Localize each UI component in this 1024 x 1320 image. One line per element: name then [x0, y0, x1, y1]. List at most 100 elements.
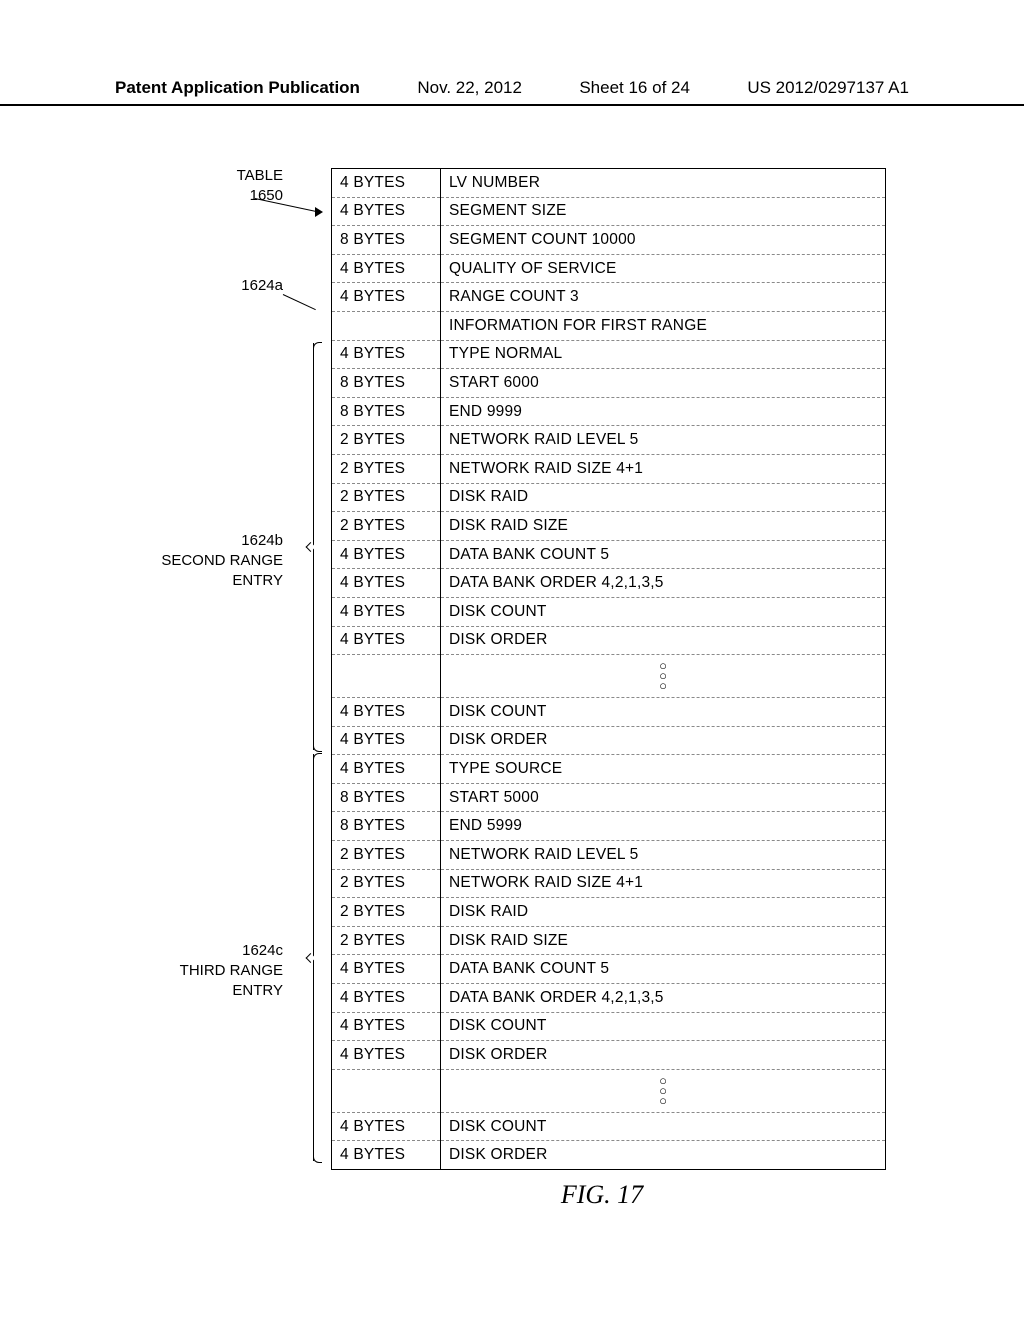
desc-cell: DATA BANK COUNT 5: [441, 955, 886, 984]
size-cell: 8 BYTES: [332, 226, 441, 255]
desc-cell: DISK COUNT: [441, 698, 886, 727]
table-row: 4 BYTESDISK COUNT: [332, 1112, 886, 1141]
desc-cell: TYPE SOURCE: [441, 755, 886, 784]
table-row: 4 BYTESSEGMENT SIZE: [332, 197, 886, 226]
figure-caption: FIG. 17: [295, 1180, 909, 1210]
desc-cell: DISK COUNT: [441, 597, 886, 626]
table-row: 4 BYTESLV NUMBER: [332, 169, 886, 198]
table-row: 2 BYTESNETWORK RAID LEVEL 5: [332, 426, 886, 455]
size-cell: 4 BYTES: [332, 1012, 441, 1041]
header-publication: Patent Application Publication: [115, 78, 360, 98]
table-row: 4 BYTESDATA BANK ORDER 4,2,1,3,5: [332, 984, 886, 1013]
table-row: 2 BYTESDISK RAID: [332, 898, 886, 927]
table-row: 4 BYTESDISK ORDER: [332, 1041, 886, 1070]
desc-cell: DISK RAID: [441, 483, 886, 512]
desc-cell: TYPE NORMAL: [441, 340, 886, 369]
desc-cell: START 5000: [441, 783, 886, 812]
label-1624c: 1624c: [242, 942, 283, 959]
size-cell: 8 BYTES: [332, 397, 441, 426]
header-pubno: US 2012/0297137 A1: [747, 78, 909, 98]
ellipsis-cell: ○○○: [441, 655, 886, 698]
desc-cell: START 6000: [441, 369, 886, 398]
label-table: TABLE: [237, 167, 283, 184]
ellipsis-cell: ○○○: [441, 1069, 886, 1112]
patent-page: Patent Application Publication Nov. 22, …: [0, 0, 1024, 1320]
table-row: 2 BYTESDISK RAID SIZE: [332, 926, 886, 955]
desc-cell: RANGE COUNT 3: [441, 283, 886, 312]
table-row: ○○○: [332, 655, 886, 698]
table-row: 8 BYTESSEGMENT COUNT 10000: [332, 226, 886, 255]
size-cell: 4 BYTES: [332, 569, 441, 598]
table-row: 4 BYTESDISK ORDER: [332, 626, 886, 655]
size-cell: 4 BYTES: [332, 540, 441, 569]
brace-second-range: [313, 343, 328, 750]
size-cell: 4 BYTES: [332, 755, 441, 784]
table-row: 4 BYTESQUALITY OF SERVICE: [332, 254, 886, 283]
size-cell: 2 BYTES: [332, 426, 441, 455]
size-cell: 4 BYTES: [332, 955, 441, 984]
table-row: 8 BYTESSTART 6000: [332, 369, 886, 398]
desc-cell: QUALITY OF SERVICE: [441, 254, 886, 283]
size-cell: 4 BYTES: [332, 340, 441, 369]
table-row: 4 BYTESDISK ORDER: [332, 1141, 886, 1170]
size-cell: 4 BYTES: [332, 626, 441, 655]
size-cell: 4 BYTES: [332, 197, 441, 226]
desc-cell: NETWORK RAID SIZE 4+1: [441, 869, 886, 898]
desc-cell: DISK RAID SIZE: [441, 512, 886, 541]
size-cell: 2 BYTES: [332, 841, 441, 870]
table-row: 4 BYTESTYPE SOURCE: [332, 755, 886, 784]
desc-cell: DISK RAID SIZE: [441, 926, 886, 955]
desc-cell: SEGMENT SIZE: [441, 197, 886, 226]
desc-cell: LV NUMBER: [441, 169, 886, 198]
desc-cell: DISK ORDER: [441, 726, 886, 755]
desc-cell: DISK ORDER: [441, 1141, 886, 1170]
desc-cell: SEGMENT COUNT 10000: [441, 226, 886, 255]
size-cell: 2 BYTES: [332, 869, 441, 898]
desc-cell: NETWORK RAID SIZE 4+1: [441, 454, 886, 483]
desc-cell: DISK COUNT: [441, 1112, 886, 1141]
size-cell: 8 BYTES: [332, 783, 441, 812]
table-row: 2 BYTESDISK RAID: [332, 483, 886, 512]
desc-cell: END 9999: [441, 397, 886, 426]
size-cell: 2 BYTES: [332, 926, 441, 955]
size-cell: 2 BYTES: [332, 898, 441, 927]
figure-content: TABLE 1650 1624a 1624b SECOND RANGE ENTR…: [115, 168, 909, 1210]
arrowhead-icon: [315, 207, 323, 217]
table-row: 2 BYTESNETWORK RAID SIZE 4+1: [332, 869, 886, 898]
label-1624b-line2: SECOND RANGE: [161, 552, 283, 569]
leader-line: [283, 294, 316, 310]
label-1624c-line2: THIRD RANGE: [180, 962, 283, 979]
table-row: 8 BYTESEND 9999: [332, 397, 886, 426]
table-row: 4 BYTESDISK COUNT: [332, 698, 886, 727]
table-row: 4 BYTESTYPE NORMAL: [332, 340, 886, 369]
header-sheet: Sheet 16 of 24: [579, 78, 690, 98]
size-cell: [332, 311, 441, 340]
size-cell: 2 BYTES: [332, 483, 441, 512]
header-date: Nov. 22, 2012: [417, 78, 522, 98]
table-row: ○○○: [332, 1069, 886, 1112]
desc-cell: NETWORK RAID LEVEL 5: [441, 841, 886, 870]
table-row: 2 BYTESNETWORK RAID LEVEL 5: [332, 841, 886, 870]
label-1624a: 1624a: [241, 277, 283, 294]
desc-cell: DATA BANK ORDER 4,2,1,3,5: [441, 984, 886, 1013]
size-cell: 4 BYTES: [332, 698, 441, 727]
table-row: 4 BYTESDISK COUNT: [332, 1012, 886, 1041]
table-row: 4 BYTESDATA BANK COUNT 5: [332, 540, 886, 569]
desc-cell: DISK RAID: [441, 898, 886, 927]
size-cell: 4 BYTES: [332, 169, 441, 198]
desc-cell: NETWORK RAID LEVEL 5: [441, 426, 886, 455]
table-row: 4 BYTESDATA BANK ORDER 4,2,1,3,5: [332, 569, 886, 598]
size-cell: 4 BYTES: [332, 1112, 441, 1141]
size-cell: [332, 655, 441, 698]
desc-cell: DISK ORDER: [441, 626, 886, 655]
size-cell: 2 BYTES: [332, 454, 441, 483]
size-cell: 4 BYTES: [332, 283, 441, 312]
table-row: 2 BYTESNETWORK RAID SIZE 4+1: [332, 454, 886, 483]
brace-third-range: [313, 754, 328, 1161]
desc-cell: DATA BANK COUNT 5: [441, 540, 886, 569]
size-cell: 4 BYTES: [332, 1041, 441, 1070]
label-1624c-line3: ENTRY: [232, 982, 283, 999]
size-cell: 2 BYTES: [332, 512, 441, 541]
table-row: 4 BYTESDISK ORDER: [332, 726, 886, 755]
size-cell: 4 BYTES: [332, 726, 441, 755]
